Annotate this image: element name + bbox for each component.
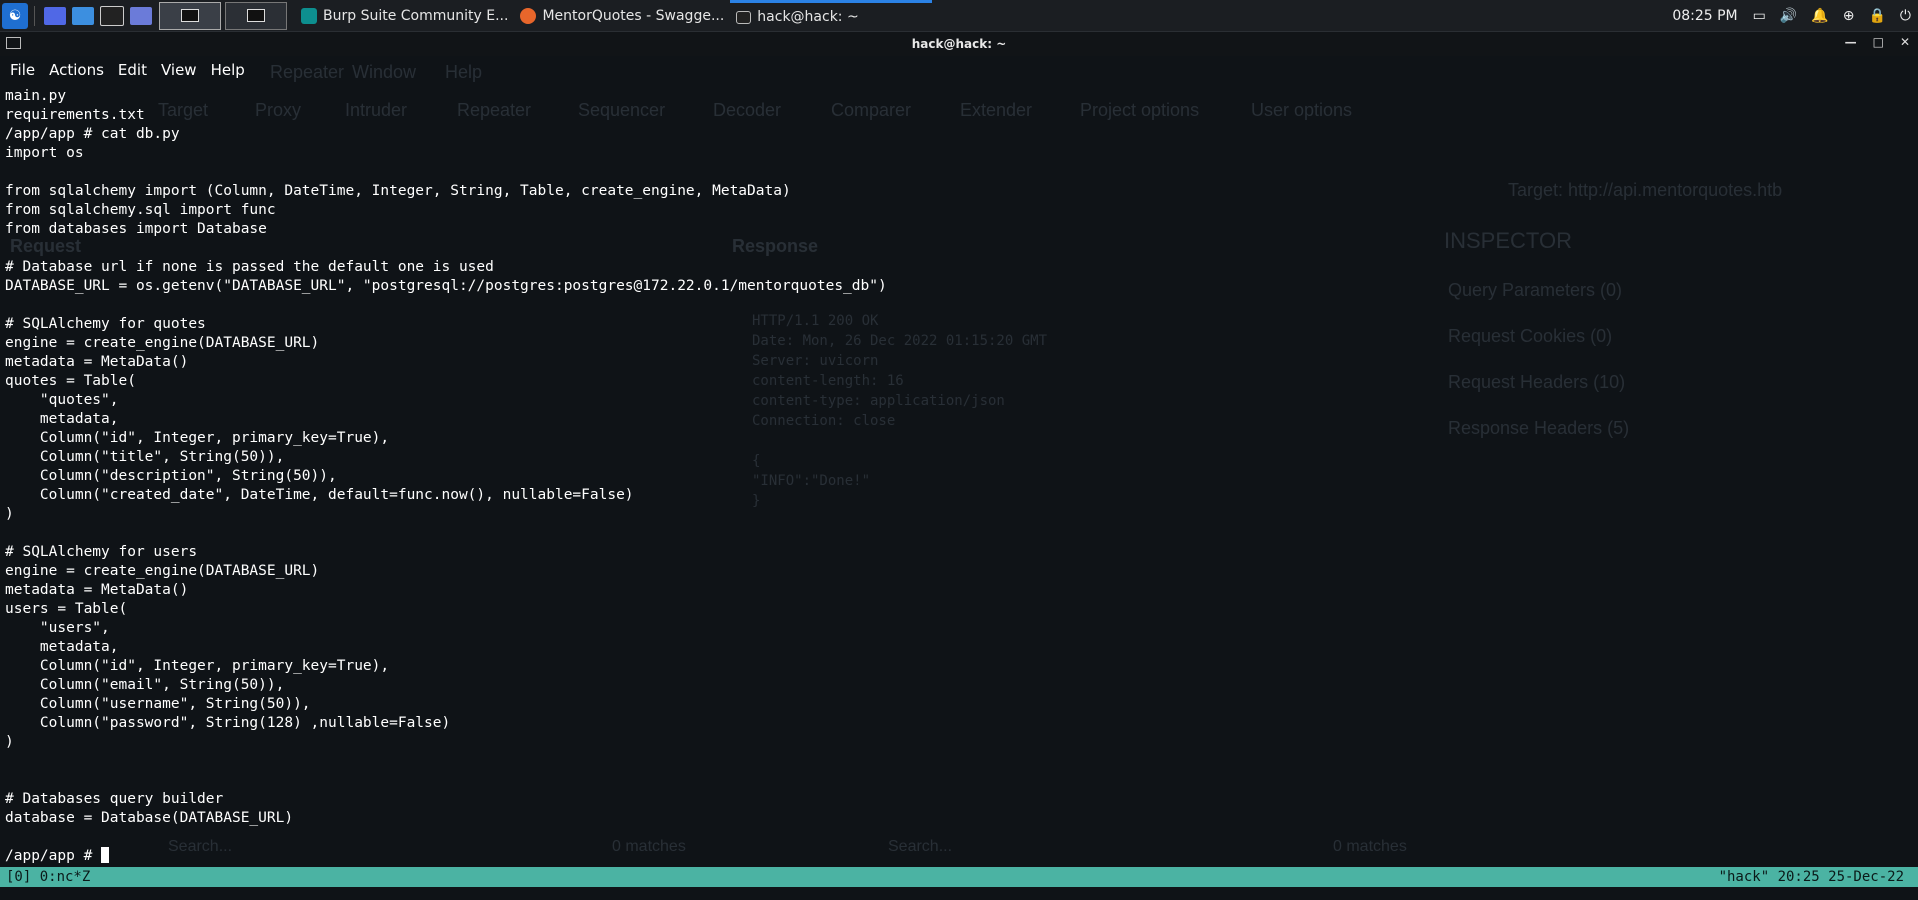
menu-help[interactable]: Help (211, 61, 245, 79)
notification-bell-icon[interactable]: 🔔 (1811, 8, 1828, 24)
terminal-line: from sqlalchemy import (Column, DateTime… (5, 183, 791, 199)
terminal-line: /app/app # cat db.py (5, 126, 180, 142)
workspace-thumb-icon (247, 9, 265, 22)
menu-actions[interactable]: Actions (49, 61, 104, 79)
clock[interactable]: 08:25 PM (1672, 8, 1737, 24)
terminal-line: ) (5, 506, 14, 522)
power-icon[interactable]: ⏻ (1900, 8, 1911, 24)
terminal-line: metadata, (5, 411, 119, 427)
window-icon (6, 37, 21, 49)
workspace-thumb-icon (181, 9, 199, 22)
network-icon[interactable]: ⊕ (1843, 8, 1855, 24)
ghost-menu-help: Help (445, 62, 483, 82)
tmux-status-bar: [0] 0:nc*Z "hack" 20:25 25-Dec-22 (0, 867, 1918, 887)
terminal-line: main.py (5, 88, 67, 104)
terminal-line: engine = create_engine(DATABASE_URL) (5, 563, 320, 579)
terminal-icon (736, 10, 752, 24)
terminal-line: metadata = MetaData() (5, 582, 189, 598)
terminal-output[interactable]: main.py requirements.txt/app/app # cat db… (5, 87, 1905, 867)
maximize-icon[interactable]: □ (1873, 35, 1884, 49)
menu-view[interactable]: View (161, 61, 197, 79)
terminal-line: ) (5, 734, 14, 750)
terminal-line: Column("email", String(50)), (5, 677, 285, 693)
workspace-2[interactable] (225, 1, 287, 30)
status-right: "hack" 20:25 25-Dec-22 (1718, 869, 1904, 885)
terminal-line: Column("id", Integer, primary_key=True), (5, 430, 390, 446)
scrollbar[interactable] (1910, 84, 1918, 864)
file-manager-icon[interactable] (72, 6, 94, 25)
terminal-line: from databases import Database (5, 221, 267, 237)
window-title: hack@hack: ~ (911, 37, 1007, 51)
terminal-line: database = Database(DATABASE_URL) (5, 810, 294, 826)
prompt-line: /app/app # (5, 847, 1905, 866)
system-tray: 08:25 PM ▭ 🔊 🔔 ⊕ 🔒 ⏻ (1672, 0, 1918, 31)
divider (34, 5, 35, 26)
terminal-line: metadata = MetaData() (5, 354, 189, 370)
close-icon[interactable]: ✕ (1900, 35, 1910, 49)
ghost-menu-repeater: Repeater (270, 62, 345, 82)
ghost-menu-window: Window (352, 62, 417, 82)
terminal-line: "users", (5, 620, 110, 636)
status-left: [0] 0:nc*Z (6, 869, 91, 885)
volume-icon[interactable]: 🔊 (1780, 8, 1797, 24)
terminal-line: DATABASE_URL = os.getenv("DATABASE_URL",… (5, 278, 887, 294)
terminal-icon[interactable] (100, 5, 124, 26)
lock-icon[interactable]: 🔒 (1868, 8, 1885, 24)
terminal-line: Column("username", String(50)), (5, 696, 311, 712)
taskbar: ☯ Burp Suite Community E... MentorQuotes… (0, 0, 1918, 32)
terminal-line: Column("created_date", DateTime, default… (5, 487, 634, 503)
menu-file[interactable]: File (10, 61, 35, 79)
desktop-icon[interactable] (44, 6, 66, 25)
terminal-line: users = Table( (5, 601, 128, 617)
window-titlebar[interactable]: hack@hack: ~ — □ ✕ (0, 32, 1918, 56)
menu-edit[interactable]: Edit (118, 61, 147, 79)
terminal-line: # Database url if none is passed the def… (5, 259, 494, 275)
kali-menu-icon[interactable]: ☯ (2, 2, 28, 29)
terminal-line: metadata, (5, 639, 119, 655)
workspace-1[interactable] (159, 1, 221, 30)
burp-icon (301, 7, 317, 24)
minimize-icon[interactable]: — (1845, 35, 1857, 49)
terminal-line: # Databases query builder (5, 791, 224, 807)
terminal-line: engine = create_engine(DATABASE_URL) (5, 335, 320, 351)
terminal-line: Column("description", String(50)), (5, 468, 337, 484)
task-label: Burp Suite Community E... (323, 7, 509, 24)
terminal-line: Column("password", String(128) ,nullable… (5, 715, 451, 731)
terminal-line: # SQLAlchemy for quotes (5, 316, 206, 332)
browser-launcher-icon[interactable] (130, 6, 152, 25)
terminal-line: Column("title", String(50)), (5, 449, 285, 465)
task-label: MentorQuotes - Swagge... (542, 7, 725, 24)
display-icon[interactable]: ▭ (1753, 8, 1766, 24)
terminal-line: from sqlalchemy.sql import func (5, 202, 276, 218)
task-label: hack@hack: ~ (757, 9, 859, 25)
terminal-line: "quotes", (5, 392, 119, 408)
terminal-line: Column("id", Integer, primary_key=True), (5, 658, 390, 674)
terminal-line: import os (5, 145, 84, 161)
terminal-line: requirements.txt (5, 107, 145, 123)
task-burp[interactable]: Burp Suite Community E... (295, 0, 514, 31)
cursor (101, 847, 110, 863)
task-terminal[interactable]: hack@hack: ~ (730, 0, 933, 31)
task-firefox[interactable]: MentorQuotes - Swagge... (514, 0, 730, 31)
prompt: /app/app # (5, 848, 102, 864)
firefox-icon (520, 7, 537, 24)
window-controls: — □ ✕ (1845, 35, 1910, 49)
terminal-line: # SQLAlchemy for users (5, 544, 198, 560)
terminal-line: quotes = Table( (5, 373, 136, 389)
